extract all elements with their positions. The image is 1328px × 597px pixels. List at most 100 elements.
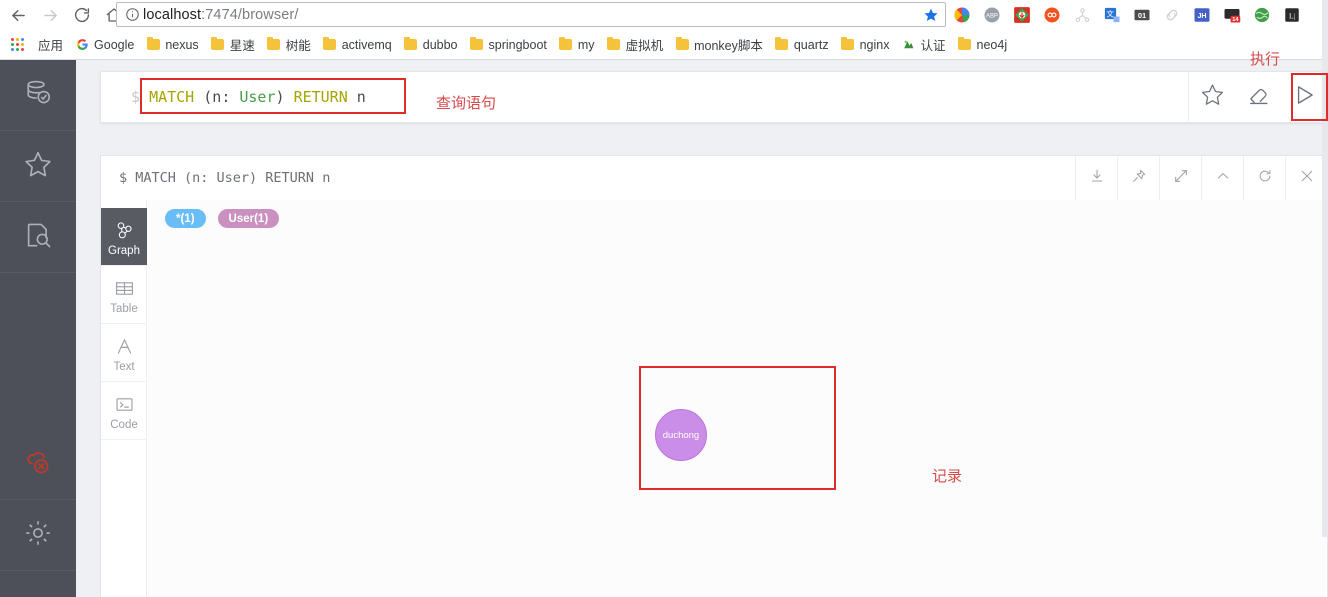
bookmark-google[interactable]: Google [69, 32, 140, 58]
chevron-up-icon [1215, 168, 1231, 189]
pin-icon [1131, 168, 1147, 189]
screenshot-root: localhost:7474/browser/ ABP 文 01 JH 14 L… [0, 0, 1328, 597]
bookmark-activemq[interactable]: activemq [317, 32, 398, 58]
bookmark-nginx[interactable]: nginx [835, 32, 896, 58]
bookmark-label: activemq [341, 37, 392, 52]
star-icon [23, 149, 53, 184]
legend-pill-user[interactable]: User(1) [217, 209, 280, 228]
code-icon [114, 391, 135, 415]
page-scroll-gutter[interactable] [1322, 0, 1328, 537]
download-button[interactable] [1075, 156, 1117, 200]
reload-icon[interactable] [68, 1, 96, 29]
sidebar-item-guides[interactable] [0, 202, 76, 273]
download-icon [1089, 168, 1105, 189]
forward-icon[interactable] [36, 1, 64, 29]
cypher-prompt: $ [131, 88, 141, 106]
result-frame: $ MATCH (n: User) RETURN n Graph Table T… [100, 155, 1328, 597]
bookmark-nexus[interactable]: nexus [140, 32, 204, 58]
folder-icon [958, 37, 972, 52]
legend-pill-all[interactable]: *(1) [165, 209, 206, 228]
bookmark-dubbo[interactable]: dubbo [398, 32, 464, 58]
cypher-editor-input[interactable]: $ MATCH (n: User) RETURN n [101, 72, 1188, 122]
network-extension-icon[interactable] [1068, 1, 1096, 29]
bookmark-apps[interactable]: 应用 [32, 32, 69, 58]
notifications-extension-icon[interactable]: 14 [1218, 1, 1246, 29]
green-favicon-icon [902, 38, 916, 52]
video-download-extension-icon[interactable] [1008, 1, 1036, 29]
tab-code[interactable]: Code [101, 382, 147, 440]
bookmark-springboot[interactable]: springboot [464, 32, 553, 58]
run-button[interactable] [1281, 72, 1327, 122]
tab-graph[interactable]: Graph [101, 208, 147, 266]
bookmark-neo4j[interactable]: neo4j [952, 32, 1014, 58]
infinity-extension-icon[interactable] [1038, 1, 1066, 29]
bookmark-label: neo4j [976, 37, 1008, 52]
bookmark-label: 应用 [38, 39, 64, 53]
fullscreen-button[interactable] [1159, 156, 1201, 200]
svg-text:文: 文 [1106, 9, 1114, 19]
tab-table[interactable]: Table [101, 266, 147, 324]
extension-badge-count: 14 [1232, 17, 1239, 23]
bookmark-label: 虚拟机 [625, 39, 664, 53]
graph-legend: *(1) User(1) [165, 209, 280, 228]
collapse-button[interactable] [1201, 156, 1243, 200]
bookmark-my[interactable]: my [553, 32, 601, 58]
graph-node[interactable]: duchong [655, 409, 707, 461]
play-icon [1291, 82, 1317, 113]
cypher-token-paren-close: ) [275, 88, 285, 106]
cypher-token-match: MATCH [149, 88, 195, 106]
zeroone-extension-icon[interactable]: 01 [1128, 1, 1156, 29]
folder-icon [323, 37, 337, 52]
bookmark-label: springboot [488, 37, 547, 52]
adblock-plus-extension-icon[interactable]: ABP [978, 1, 1006, 29]
cypher-query-text: $ MATCH (n: User) RETURN n [131, 88, 366, 106]
bookmark-label: my [577, 37, 595, 52]
bookmark-xingsu[interactable]: 星速 [205, 32, 261, 58]
sidebar-item-favorites[interactable] [0, 131, 76, 202]
back-icon[interactable] [4, 1, 32, 29]
sidebar-item-settings[interactable] [0, 500, 76, 571]
cloud-disconnected-icon [23, 447, 53, 482]
url-host: localhost [143, 6, 202, 23]
tab-text[interactable]: Text [101, 324, 147, 382]
bookmark-monkey[interactable]: monkey脚本 [669, 32, 769, 58]
bookmark-label: Google [94, 37, 135, 52]
folder-icon [841, 37, 855, 52]
jh-extension-icon[interactable]: JH [1188, 1, 1216, 29]
globe-extension-icon[interactable] [1248, 1, 1276, 29]
bookmark-quartz[interactable]: quartz [769, 32, 835, 58]
bookmark-renzheng[interactable]: 认证 [896, 32, 952, 58]
bookmark-label: monkey脚本 [694, 39, 763, 53]
favorite-button[interactable] [1189, 72, 1235, 122]
info-circle-icon[interactable] [121, 4, 143, 26]
apps-grid-icon[interactable] [4, 32, 30, 58]
clear-button[interactable] [1235, 72, 1281, 122]
annotation-label-query: 查询语句 [436, 95, 497, 112]
graph-visualization[interactable]: *(1) User(1) duchong [147, 200, 1327, 597]
bookmark-shuneng[interactable]: 树能 [261, 32, 317, 58]
bookmark-label: nexus [165, 37, 199, 52]
sidebar-item-database[interactable] [0, 60, 76, 131]
pie-chart-extension-icon[interactable] [948, 1, 976, 29]
cypher-token-label: User [239, 88, 276, 106]
bookmark-star-icon[interactable] [918, 2, 944, 27]
tab-label: Graph [108, 244, 140, 257]
address-bar[interactable]: localhost:7474/browser/ [116, 2, 946, 27]
close-button[interactable] [1285, 156, 1327, 200]
pin-button[interactable] [1117, 156, 1159, 200]
eraser-icon [1246, 82, 1271, 112]
translate-extension-icon[interactable]: 文 [1098, 1, 1126, 29]
refresh-button[interactable] [1243, 156, 1285, 200]
bookmark-xuniji[interactable]: 虚拟机 [601, 32, 670, 58]
graph-node-caption: duchong [662, 429, 700, 441]
address-bar-url: localhost:7474/browser/ [143, 7, 298, 23]
annotation-label-run: 执行 [1250, 51, 1281, 68]
gear-icon [23, 518, 53, 553]
folder-icon [675, 37, 689, 52]
close-icon [1299, 168, 1315, 189]
sidebar-item-cloud-status[interactable] [0, 429, 76, 500]
cypher-editor-bar: $ MATCH (n: User) RETURN n [100, 71, 1328, 123]
link-extension-icon[interactable] [1158, 1, 1186, 29]
lastpass-extension-icon[interactable]: L| [1278, 1, 1306, 29]
cypher-token-return-var: n [356, 88, 366, 106]
